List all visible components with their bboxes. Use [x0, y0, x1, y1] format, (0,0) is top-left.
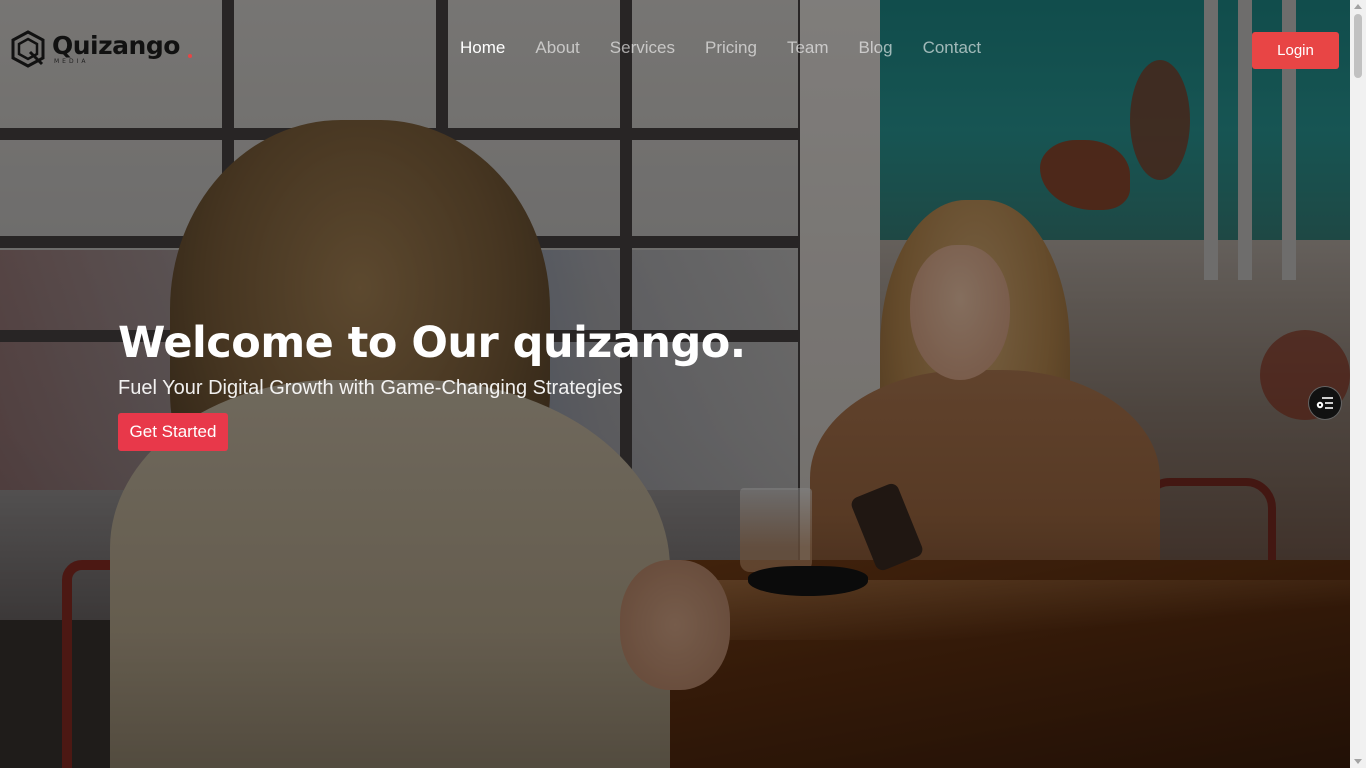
get-started-button[interactable]: Get Started: [118, 413, 228, 451]
hero-subtitle: Fuel Your Digital Growth with Game-Chang…: [118, 377, 623, 399]
scroll-thumb[interactable]: [1354, 14, 1362, 78]
hero-section: Quizango MEDIA Home About Services Prici…: [0, 0, 1366, 768]
scroll-down-arrow-icon[interactable]: [1354, 759, 1362, 764]
logo-text: Quizango MEDIA: [52, 33, 180, 65]
page-scrollbar[interactable]: [1350, 0, 1366, 768]
hexagon-q-logo-icon: [11, 30, 45, 68]
hero-title: Welcome to Our quizango.: [118, 318, 746, 368]
nav-about[interactable]: About: [535, 38, 579, 58]
nav-pricing[interactable]: Pricing: [705, 38, 757, 58]
main-nav: Home About Services Pricing Team Blog Co…: [460, 38, 1011, 58]
nav-home[interactable]: Home: [460, 38, 505, 58]
nav-team[interactable]: Team: [787, 38, 829, 58]
floating-settings-button[interactable]: [1308, 386, 1342, 420]
brand-logo[interactable]: Quizango MEDIA: [10, 30, 180, 68]
site-header: Quizango MEDIA Home About Services Prici…: [0, 0, 1350, 100]
nav-blog[interactable]: Blog: [859, 38, 893, 58]
settings-list-icon: [1316, 397, 1333, 409]
logo-accent-dot: [188, 54, 192, 58]
nav-services[interactable]: Services: [610, 38, 675, 58]
brand-name: Quizango: [52, 31, 180, 60]
login-button[interactable]: Login: [1252, 32, 1339, 69]
scroll-up-arrow-icon[interactable]: [1354, 4, 1362, 9]
nav-contact[interactable]: Contact: [923, 38, 982, 58]
